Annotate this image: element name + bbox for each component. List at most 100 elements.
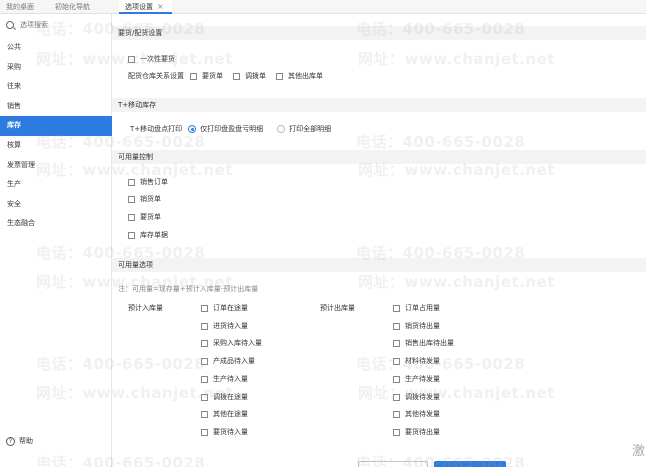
checkbox[interactable] — [201, 410, 208, 418]
sidebar-item-ecosystem[interactable]: 生态融合 — [0, 214, 112, 234]
sidebar-item-production[interactable]: 生产 — [0, 175, 112, 195]
in-item[interactable]: 生产待入量 — [201, 374, 248, 384]
sidebar-item-accounts[interactable]: 往来 — [0, 77, 112, 97]
expected-out-label: 预计出库量 — [320, 304, 355, 312]
option-label: 进货待入量 — [213, 322, 248, 330]
checkbox[interactable] — [393, 357, 400, 365]
sidebar-item-inventory[interactable]: 库存 — [0, 116, 112, 136]
corner-glyph: 激 — [632, 444, 646, 459]
sidebar-item-sales[interactable]: 销售 — [0, 97, 112, 117]
save-button[interactable] — [434, 461, 506, 467]
search-box[interactable] — [4, 18, 108, 32]
checkbox[interactable] — [128, 213, 135, 221]
checkbox[interactable] — [276, 72, 283, 80]
top-tab-bar: 我的桌面 初始化导航 选项设置 × — [0, 0, 646, 14]
in-item[interactable]: 产成品待入量 — [201, 356, 255, 366]
in-item[interactable]: 订单在途量 — [201, 303, 248, 313]
checkbox[interactable] — [393, 393, 400, 401]
option-label: 订单占用量 — [405, 304, 440, 312]
option-label: 产成品待入量 — [213, 357, 255, 365]
section-header-availability-options: 可用量选项 — [112, 258, 646, 272]
option-label: 要货待出量 — [405, 428, 440, 436]
option-label: 要货单 — [202, 72, 223, 80]
radio-print-diff[interactable] — [188, 125, 197, 133]
out-item[interactable]: 销货待出量 — [393, 321, 440, 331]
close-icon[interactable]: × — [157, 2, 164, 11]
tab-option-settings[interactable]: 选项设置 × — [119, 0, 172, 14]
option-label: 销售订单 — [140, 178, 168, 186]
help-link[interactable]: ? 帮助 — [6, 436, 33, 446]
search-input[interactable] — [20, 21, 100, 29]
checkbox[interactable] — [393, 410, 400, 418]
option-label: 仅打印盘盈盘亏明细 — [200, 125, 264, 133]
checkbox[interactable] — [128, 178, 135, 186]
option-label: 调拨在途量 — [213, 393, 248, 401]
checkbox[interactable] — [393, 339, 400, 347]
option-label: 销货单 — [140, 195, 161, 203]
checkbox[interactable] — [201, 393, 208, 401]
checkbox[interactable] — [201, 339, 208, 347]
checkbox[interactable] — [201, 304, 208, 312]
control-sales-order[interactable]: 销售订单 — [128, 177, 168, 187]
mobile-print-row: T+移动盘点打印 仅打印盘盈盘亏明细 打印全部明细 — [130, 124, 331, 134]
checkbox[interactable] — [201, 428, 208, 436]
radio-print-all[interactable] — [277, 125, 286, 133]
out-item[interactable]: 订单占用量 — [393, 303, 440, 313]
checkbox[interactable] — [201, 322, 208, 330]
one-time-requisition-option[interactable]: 一次性要货 — [128, 54, 175, 64]
checkbox[interactable] — [393, 304, 400, 312]
expected-in-label: 预计入库量 — [128, 304, 163, 312]
control-inventory-doc[interactable]: 库存单据 — [128, 230, 168, 240]
in-item[interactable]: 调拨在途量 — [201, 392, 248, 402]
sidebar-item-public[interactable]: 公共 — [0, 38, 112, 58]
main-panel: 要货/配货设置 一次性要货 配货仓库关系设置 要货单 调拨单 其他出库单 T+移… — [112, 14, 646, 467]
control-sales-delivery[interactable]: 销货单 — [128, 194, 161, 204]
warehouse-relation-row: 配货仓库关系设置 要货单 调拨单 其他出库单 — [128, 71, 323, 81]
option-label: 其他出库单 — [288, 72, 323, 80]
checkbox[interactable] — [393, 375, 400, 383]
in-item[interactable]: 要货待入量 — [201, 427, 248, 437]
out-item[interactable]: 材料待发量 — [393, 356, 440, 366]
option-label: 要货待入量 — [213, 428, 248, 436]
checkbox[interactable] — [128, 231, 135, 239]
out-item[interactable]: 调拨待发量 — [393, 392, 440, 402]
checkbox[interactable] — [393, 428, 400, 436]
sidebar-item-accounting[interactable]: 核算 — [0, 136, 112, 156]
in-item[interactable]: 采购入库待入量 — [201, 338, 262, 348]
checkbox[interactable] — [393, 322, 400, 330]
option-label: 其他在途量 — [213, 410, 248, 418]
sidebar-list: 公共 采购 往来 销售 库存 核算 发票管理 生产 安全 生态融合 — [0, 38, 112, 234]
tab-option-settings-label: 选项设置 — [125, 3, 153, 11]
sidebar-item-purchase[interactable]: 采购 — [0, 58, 112, 78]
sidebar-item-invoice[interactable]: 发票管理 — [0, 156, 112, 176]
cancel-button[interactable] — [358, 461, 428, 467]
sidebar-item-security[interactable]: 安全 — [0, 195, 112, 215]
out-item[interactable]: 生产待发量 — [393, 374, 440, 384]
tab-my-desktop[interactable]: 我的桌面 — [6, 2, 34, 12]
option-label: 采购入库待入量 — [213, 339, 262, 347]
search-icon — [6, 21, 14, 29]
out-item[interactable]: 要货待出量 — [393, 427, 440, 437]
control-requisition[interactable]: 要货单 — [128, 212, 161, 222]
checkbox[interactable] — [128, 195, 135, 203]
checkbox[interactable] — [128, 55, 135, 63]
checkbox[interactable] — [233, 72, 240, 80]
help-label: 帮助 — [19, 437, 33, 445]
option-label: 生产待入量 — [213, 375, 248, 383]
out-item[interactable]: 销售出库待出量 — [393, 338, 454, 348]
section-header-mobile-inventory: T+移动库存 — [112, 98, 646, 112]
checkbox[interactable] — [201, 357, 208, 365]
mobile-print-label: T+移动盘点打印 — [130, 125, 183, 133]
checkbox[interactable] — [190, 72, 197, 80]
availability-formula-note: 注：可用量=现存量+预计入库量-预计出库量 — [118, 285, 259, 293]
in-item[interactable]: 其他在途量 — [201, 409, 248, 419]
option-label: 订单在途量 — [213, 304, 248, 312]
option-label: 其他待发量 — [405, 410, 440, 418]
sidebar: 公共 采购 往来 销售 库存 核算 发票管理 生产 安全 生态融合 ? 帮助 — [0, 14, 112, 467]
option-label: 调拨待发量 — [405, 393, 440, 401]
out-item[interactable]: 其他待发量 — [393, 409, 440, 419]
tab-init-guide[interactable]: 初始化导航 — [55, 2, 90, 12]
in-item[interactable]: 进货待入量 — [201, 321, 248, 331]
checkbox[interactable] — [201, 375, 208, 383]
option-label: 一次性要货 — [140, 55, 175, 63]
